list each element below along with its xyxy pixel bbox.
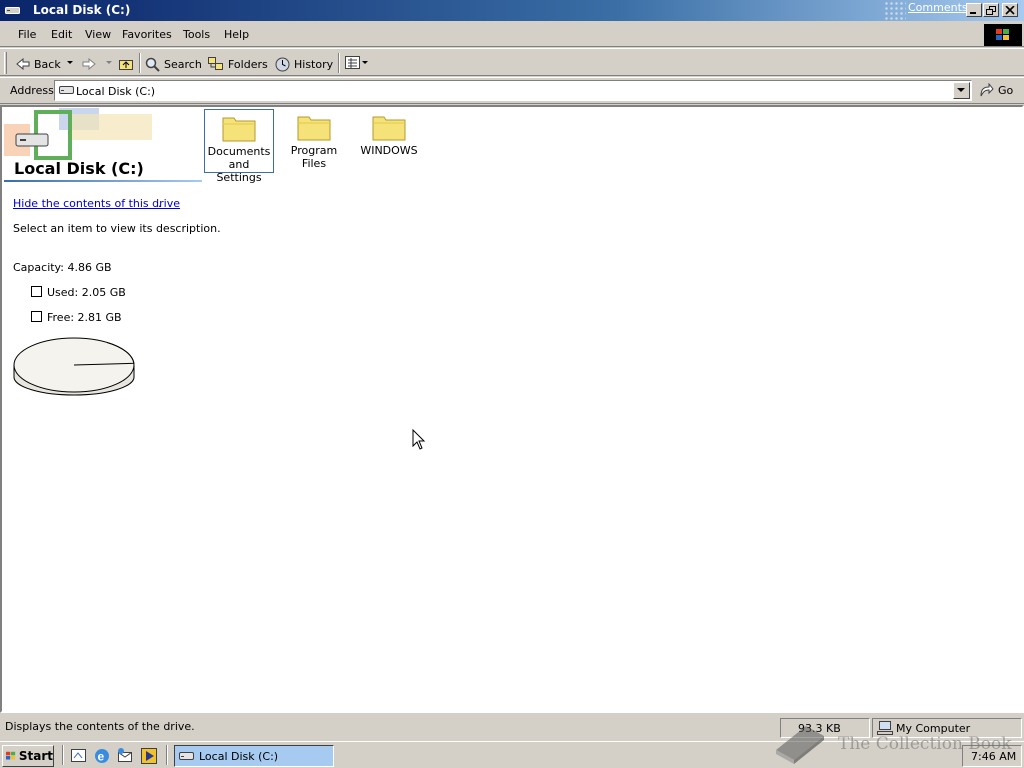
standard-toolbar: Back Search Folders History [0,48,1024,76]
window-title: Local Disk (C:) [33,3,131,17]
link-period: . [158,197,162,210]
decorative-pattern [884,1,906,20]
used-swatch [31,286,42,297]
drive-icon [5,7,20,14]
menu-favorites[interactable]: Favorites [122,28,172,41]
chevron-down-icon [957,88,965,92]
up-folder-icon[interactable] [118,57,134,71]
go-label: Go [998,83,1014,97]
folder-icon [297,116,331,141]
folders-button[interactable]: Folders [208,55,268,73]
taskbar-separator [62,745,64,765]
start-label: Start [18,749,53,763]
history-label: History [294,57,334,71]
toolbar-separator [338,53,340,73]
folders-label: Folders [228,57,268,71]
address-bar: Address Local Disk (C:) Go [0,77,1024,104]
search-button[interactable]: Search [145,55,202,73]
search-label: Search [164,57,202,71]
title-rule [4,180,202,182]
taskbar-separator [166,745,168,765]
drive-icon [59,86,74,94]
disk-usage-pie [13,337,135,396]
forward-dropdown-icon[interactable] [106,61,113,65]
svg-text:e: e [98,750,105,764]
start-button[interactable]: Start [2,745,54,767]
folder-name: and Settings [216,158,262,184]
hide-contents-link[interactable]: Hide the contents of this drive [13,197,180,210]
back-label: Back [34,57,61,71]
outlook-express-icon[interactable] [116,747,134,765]
watermark-text: The Collection Book [838,734,1012,754]
description-text: Select an item to view its description. [13,222,221,235]
menu-help[interactable]: Help [224,28,249,41]
address-label: Address [10,84,54,97]
drive-icon [179,751,194,760]
back-arrow-icon [16,58,30,70]
internet-explorer-icon[interactable]: e [93,747,111,765]
folder-documents-and-settings[interactable]: Documents and Settings [204,109,274,184]
menu-tools[interactable]: Tools [183,28,210,41]
folder-icon [372,116,406,141]
history-icon [275,57,290,71]
menu-edit[interactable]: Edit [51,28,72,41]
toolbar-separator [139,53,141,73]
history-button[interactable]: History [275,55,333,73]
drive-title: Local Disk (C:) [14,159,144,178]
show-desktop-icon[interactable] [70,747,88,765]
folder-name: Program Files [290,144,338,170]
windows-flag-icon [6,751,16,760]
free-text: Free: 2.81 GB [47,311,122,324]
menu-file[interactable]: File [18,28,36,41]
status-message: Displays the contents of the drive. [5,720,195,733]
folder-name: WINDOWS [360,144,418,157]
capacity-text: Capacity: 4.86 GB [13,261,112,274]
address-input[interactable]: Local Disk (C:) [54,80,972,101]
go-arrow-icon [980,83,994,97]
back-button[interactable]: Back [16,55,61,73]
book-logo-icon [776,726,824,764]
toolbar-grip[interactable] [4,52,7,74]
restore-button[interactable] [983,3,999,17]
close-icon [1005,6,1015,15]
folder-name: Documents [207,145,271,158]
folder-icon [222,117,256,142]
media-player-icon[interactable] [140,747,158,765]
menu-bar: File Edit View Favorites Tools Help [0,22,1024,47]
free-swatch [31,311,42,322]
taskbar-window-button[interactable]: Local Disk (C:) [174,745,334,767]
comments-link[interactable]: Comments? [908,1,973,14]
folders-icon [208,57,223,70]
title-bar[interactable]: Local Disk (C:) Comments? [0,0,1024,21]
folder-view[interactable]: Local Disk (C:) Hide the contents of thi… [0,105,1024,713]
go-button[interactable]: Go [978,83,1013,97]
folder-windows[interactable]: WINDOWS [354,109,424,173]
search-icon [145,57,160,72]
windows-logo [984,24,1022,46]
minimize-button[interactable] [966,3,982,17]
windows-flag-icon [996,29,1009,40]
drive-banner-graphic [4,108,152,160]
restore-icon [986,6,996,15]
address-value: Local Disk (C:) [76,85,156,98]
watermark: The Collection Book [772,718,1012,766]
folder-program-files[interactable]: Program Files [279,109,349,173]
views-icon[interactable] [345,56,369,70]
close-button[interactable] [1002,3,1018,17]
taskbar-window-label: Local Disk (C:) [199,749,279,763]
address-dropdown-button[interactable] [953,82,970,99]
back-dropdown-icon[interactable] [67,61,74,65]
forward-arrow-icon[interactable] [82,58,96,70]
used-text: Used: 2.05 GB [47,286,126,299]
menu-view[interactable]: View [85,28,111,41]
mouse-cursor-icon [412,429,426,450]
minimize-icon [970,12,976,14]
